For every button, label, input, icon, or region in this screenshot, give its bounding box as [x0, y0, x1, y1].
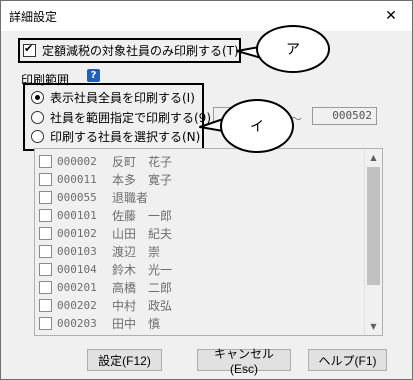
employee-code: 000101: [57, 209, 97, 222]
list-item[interactable]: 000055 退職者: [39, 189, 148, 206]
employee-code: 000055: [57, 191, 97, 204]
scroll-up-arrow-icon[interactable]: ▲: [365, 149, 382, 166]
employee-name: 本多 寛子: [112, 173, 173, 187]
scroll-thumb[interactable]: [367, 167, 380, 285]
help-button[interactable]: ヘルプ(F1): [308, 349, 387, 371]
radio-button-range-specify[interactable]: [31, 111, 44, 124]
radio-all-displayed-label: 表示社員全員を印刷する(I): [50, 91, 195, 105]
employee-checkbox[interactable]: [39, 155, 52, 168]
radio-select-employees-label: 印刷する社員を選択する(N): [50, 130, 201, 144]
callout-bubble-i: イ: [220, 99, 294, 153]
employee-name: 高橋 二郎: [112, 281, 173, 295]
list-item[interactable]: 000102 山田 紀夫: [39, 225, 172, 242]
reduced-tax-only-checkbox-row[interactable]: 定額減税の対象社員のみ印刷する(T): [23, 42, 239, 59]
employee-code: 000203: [57, 317, 97, 330]
list-item[interactable]: 000104 鈴木 光一: [39, 261, 172, 278]
list-item[interactable]: 000103 渡辺 崇: [39, 243, 160, 260]
employee-code: 000103: [57, 245, 97, 258]
employee-code: 000002: [57, 155, 97, 168]
help-icon[interactable]: ?: [87, 69, 100, 82]
list-item[interactable]: 000202 中村 政弘: [39, 297, 172, 314]
employee-name: 渡辺 崇: [112, 245, 161, 259]
list-scrollbar[interactable]: ▲ ▼: [364, 149, 382, 335]
title-bar: 詳細設定 ✕: [1, 1, 412, 31]
employee-checkbox[interactable]: [39, 173, 52, 186]
employee-name: 山田 紀夫: [112, 227, 173, 241]
employee-name: 反町 花子: [112, 155, 173, 169]
settings-button[interactable]: 設定(F12): [87, 349, 162, 371]
scroll-down-arrow-icon[interactable]: ▼: [365, 318, 382, 335]
range-to-field[interactable]: 000502: [312, 107, 377, 125]
employee-name: 田中 慎: [112, 317, 161, 331]
employee-code: 000011: [57, 173, 97, 186]
employee-name: 中村 政弘: [112, 299, 173, 313]
employee-name: 退職者: [112, 191, 149, 205]
radio-all-displayed[interactable]: 表示社員全員を印刷する(I): [31, 89, 195, 106]
employee-checkbox[interactable]: [39, 245, 52, 258]
radio-range-specify[interactable]: 社員を範囲指定で印刷する(9): [31, 109, 211, 126]
callout-label-i: イ: [250, 119, 264, 135]
list-item[interactable]: 000203 田中 慎: [39, 315, 160, 332]
cancel-button[interactable]: キャンセル(Esc): [197, 347, 291, 376]
employee-code: 000201: [57, 281, 97, 294]
employee-list: 000002 反町 花子 000011 本多 寛子 000055 退職者 000…: [34, 148, 383, 336]
callout-label-a: ア: [286, 42, 300, 58]
employee-checkbox[interactable]: [39, 263, 52, 276]
reduced-tax-only-label: 定額減税の対象社員のみ印刷する(T): [42, 44, 239, 58]
radio-button-all-displayed[interactable]: [31, 91, 44, 104]
employee-checkbox[interactable]: [39, 317, 52, 330]
employee-name: 佐藤 一郎: [112, 209, 173, 223]
close-icon[interactable]: ✕: [370, 1, 412, 31]
employee-checkbox[interactable]: [39, 191, 52, 204]
employee-name: 鈴木 光一: [112, 263, 173, 277]
detail-settings-dialog: 詳細設定 ✕ 定額減税の対象社員のみ印刷する(T) 印刷範囲 ? 表示社員全員を…: [0, 0, 413, 380]
employee-checkbox[interactable]: [39, 299, 52, 312]
callout-bubble-a: ア: [256, 25, 330, 73]
list-item[interactable]: 000002 反町 花子: [39, 153, 172, 170]
employee-checkbox[interactable]: [39, 281, 52, 294]
employee-checkbox[interactable]: [39, 227, 52, 240]
radio-select-employees[interactable]: 印刷する社員を選択する(N): [31, 128, 200, 145]
employee-code: 000202: [57, 299, 97, 312]
employee-code: 000102: [57, 227, 97, 240]
list-item[interactable]: 000101 佐藤 一郎: [39, 207, 172, 224]
reduced-tax-only-checkbox[interactable]: [23, 42, 36, 57]
radio-range-specify-label: 社員を範囲指定で印刷する(9): [50, 111, 211, 125]
list-item[interactable]: 000011 本多 寛子: [39, 171, 172, 188]
list-item[interactable]: 000201 高橋 二郎: [39, 279, 172, 296]
dialog-title: 詳細設定: [9, 10, 58, 24]
employee-checkbox[interactable]: [39, 209, 52, 222]
employee-code: 000104: [57, 263, 97, 276]
radio-button-select-employees[interactable]: [31, 130, 44, 143]
